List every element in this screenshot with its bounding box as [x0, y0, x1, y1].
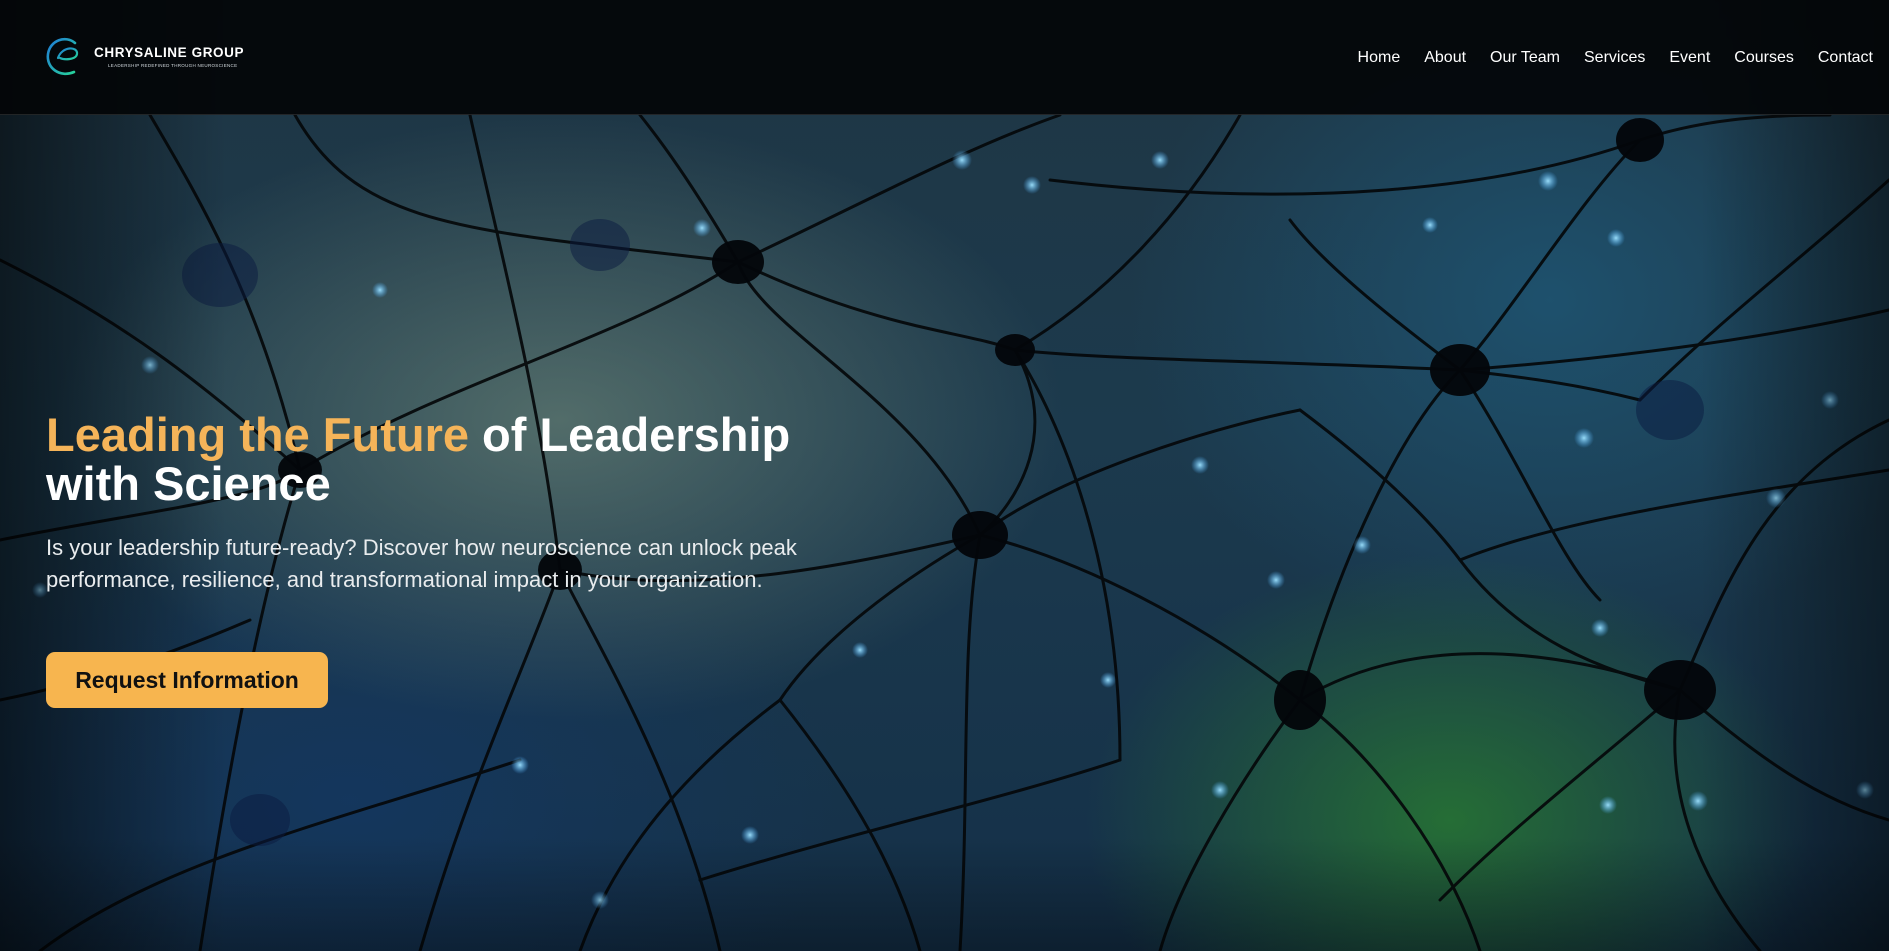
- hero-section: Leading the Future of Leadership with Sc…: [0, 0, 1889, 951]
- nav-courses[interactable]: Courses: [1734, 49, 1794, 67]
- page-viewport: Leading the Future of Leadership with Sc…: [0, 0, 1889, 951]
- nav-our-team[interactable]: Our Team: [1490, 49, 1560, 67]
- hero-content: Leading the Future of Leadership with Sc…: [46, 410, 846, 708]
- brand-logo[interactable]: CHRYSALINE GROUP LEADERSHIP REDEFINED TH…: [44, 34, 264, 80]
- brand-name: CHRYSALINE GROUP: [94, 45, 245, 60]
- request-information-button[interactable]: Request Information: [46, 652, 328, 708]
- nav-services[interactable]: Services: [1584, 49, 1645, 67]
- nav-event[interactable]: Event: [1669, 49, 1710, 67]
- brand-tagline: LEADERSHIP REDEFINED THROUGH NEUROSCIENC…: [108, 63, 238, 68]
- hero-headline: Leading the Future of Leadership with Sc…: [46, 410, 846, 508]
- nav-about[interactable]: About: [1424, 49, 1466, 67]
- main-navigation: Home About Our Team Services Event Cours…: [1358, 49, 1873, 67]
- site-header: CHRYSALINE GROUP LEADERSHIP REDEFINED TH…: [0, 0, 1889, 115]
- headline-accent-text: Leading the Future: [46, 408, 469, 461]
- chrysaline-c-logo-icon: [46, 37, 79, 75]
- nav-contact[interactable]: Contact: [1818, 49, 1873, 67]
- nav-home[interactable]: Home: [1358, 49, 1401, 67]
- hero-subtext: Is your leadership future-ready? Discove…: [46, 535, 797, 592]
